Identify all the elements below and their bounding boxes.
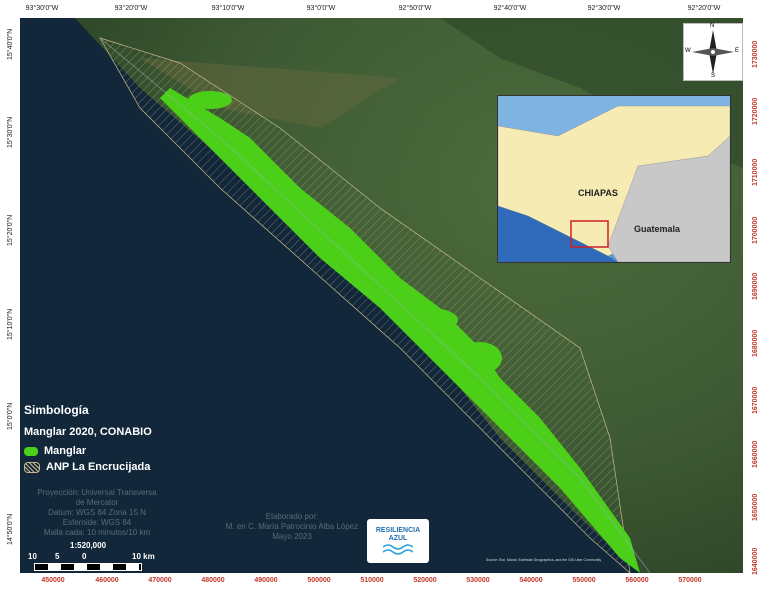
scale-label: 10 km	[132, 552, 155, 561]
legend-title: Simbología	[24, 403, 89, 417]
right-tick-label: 1660000	[752, 440, 759, 468]
top-tick-label: 93°30'0"W	[25, 5, 59, 12]
bottom-tick-label: 530000	[466, 577, 490, 584]
bottom-tick-label: 470000	[148, 577, 172, 584]
top-tick-label: 93°20'0"W	[114, 5, 148, 12]
scale-label: 10	[28, 552, 37, 561]
left-tick-label: 15°20'0"N	[7, 214, 14, 246]
projection-line: Datum: WGS 84 Zona 15 N	[48, 508, 146, 517]
inset-state-label: CHIAPAS	[578, 188, 618, 198]
resiliencia-azul-logo: RESILIENCIA AZUL	[367, 519, 429, 563]
right-tick-label: 1710000	[752, 158, 759, 186]
bottom-tick-label: 520000	[413, 577, 437, 584]
bottom-tick-label: 480000	[201, 577, 225, 584]
credits-line: Mayo 2023	[272, 532, 312, 541]
legend-item-manglar: Manglar	[24, 445, 86, 457]
projection-info: Proyección: Universal Transversa de Merc…	[22, 488, 172, 538]
scale-ratio: 1:520,000	[70, 541, 107, 550]
scale-label: 5	[55, 552, 60, 561]
bottom-tick-label: 570000	[678, 577, 702, 584]
anp-swatch-icon	[24, 461, 40, 473]
right-tick-label: 1640000	[752, 547, 759, 575]
right-tick-label: 1670000	[752, 386, 759, 414]
north-label: N	[710, 23, 715, 29]
projection-line: Proyección: Universal Transversa	[37, 488, 157, 497]
left-tick-label: 15°0'0"N	[7, 402, 14, 430]
author-credits: Elaborado por: M. en C. María Patrocinio…	[212, 512, 372, 542]
bottom-tick-label: 460000	[95, 577, 119, 584]
left-tick-label: 15°40'0"N	[7, 28, 14, 60]
bottom-tick-label: 490000	[254, 577, 278, 584]
bottom-tick-label: 550000	[572, 577, 596, 584]
bottom-tick-label: 510000	[360, 577, 384, 584]
map-source: Source: Esri, Maxar, Earthstar Geographi…	[486, 558, 602, 562]
legend-item-anp: ANP La Encrucijada	[24, 461, 150, 473]
legend-label: Manglar	[44, 445, 87, 457]
left-tick-label: 15°30'0"N	[7, 116, 14, 148]
top-tick-label: 92°50'0"W	[398, 5, 432, 12]
east-label: E	[735, 48, 740, 54]
right-tick-label: 1720000	[752, 97, 759, 125]
bottom-tick-label: 450000	[41, 577, 65, 584]
logo-line: RESILIENCIA	[375, 527, 421, 534]
right-tick-label: 1730000	[752, 40, 759, 68]
logo-line: AZUL	[388, 535, 408, 542]
scale-label: 0	[82, 552, 87, 561]
inset-country-label: Guatemala	[634, 224, 681, 234]
south-label: S	[711, 73, 716, 79]
legend-subtitle: Manglar 2020, CONABIO	[24, 426, 152, 438]
top-tick-label: 93°0'0"W	[306, 5, 336, 12]
projection-line: de Mercator	[75, 498, 119, 507]
left-tick-label: 14°50'0"N	[7, 513, 14, 545]
projection-line: Esferoide: WGS 84	[62, 518, 132, 527]
top-tick-label: 92°40'0"W	[493, 5, 527, 12]
mangrove-swatch-icon	[24, 446, 38, 456]
west-label: W	[685, 48, 691, 54]
scale-bar-graphic	[34, 563, 142, 571]
bottom-tick-label: 560000	[625, 577, 649, 584]
right-tick-label: 1650000	[752, 493, 759, 521]
right-tick-label: 1680000	[752, 329, 759, 357]
top-tick-label: 93°10'0"W	[211, 5, 245, 12]
top-tick-label: 92°30'0"W	[587, 5, 621, 12]
legend-label: ANP La Encrucijada	[46, 461, 151, 473]
bottom-tick-label: 540000	[519, 577, 543, 584]
north-arrow: N S E W	[683, 23, 743, 81]
location-inset-map: CHIAPAS Guatemala	[497, 95, 731, 263]
top-tick-label: 92°20'0"W	[687, 5, 721, 12]
bottom-tick-label: 500000	[307, 577, 331, 584]
projection-line: Malla cada: 10 minutos/10 km	[43, 528, 151, 537]
wave-icon	[383, 544, 413, 555]
right-tick-label: 1700000	[752, 216, 759, 244]
right-tick-label: 1690000	[752, 272, 759, 300]
credits-line: M. en C. María Patrocinio Alba López	[225, 522, 359, 531]
left-tick-label: 15°10'0"N	[7, 308, 14, 340]
credits-line: Elaborado por:	[265, 512, 319, 521]
scale-bar: 1:520,000 10 5 0 10 km	[28, 541, 155, 571]
